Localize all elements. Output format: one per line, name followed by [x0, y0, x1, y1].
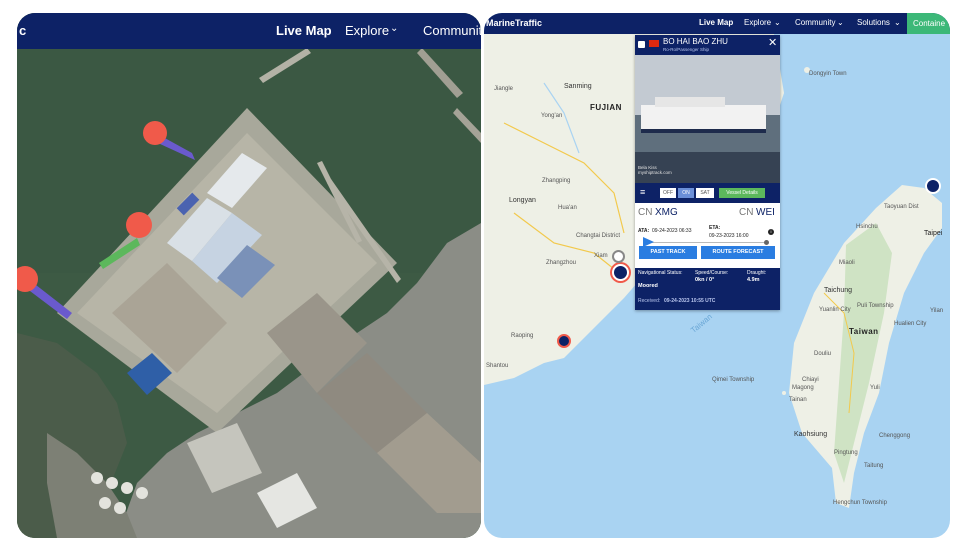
map-label: Longyan [509, 197, 536, 204]
toggle-on[interactable]: ON [678, 188, 694, 198]
map-label: Chenggong [879, 433, 911, 439]
vessel-type: Ro-Ro/Passenger Ship [663, 47, 710, 52]
vessel-marker-2[interactable] [99, 212, 152, 269]
ata-value: 09-24-2023 06:33 [652, 228, 692, 234]
nav-explore[interactable]: Explore [744, 18, 771, 27]
map-label: Qimei Township [712, 377, 755, 383]
marinetraffic-map-panel[interactable]: Sanming FUJIAN Yong'an Jiangle Zhangping… [484, 13, 950, 538]
voyage-progress-bar [649, 242, 767, 243]
map-label: Taichung [824, 287, 853, 294]
brand-fragment: c [19, 23, 27, 38]
map-label: Hsinchu [856, 224, 878, 230]
map-label: Hua'an [558, 205, 577, 211]
photo-credit: Bela Kiss myshiptrack.com [638, 165, 672, 175]
vessel-photo[interactable]: Bela Kiss myshiptrack.com [635, 55, 780, 183]
marinetraffic-navbar: MarineTraffic Live Map Explore ⌄ Communi… [484, 13, 950, 34]
origin-port: XMG [655, 207, 678, 218]
map-label: Kaohsiung [794, 431, 828, 438]
popup-header: CN BO HAI BAO ZHU Ro-Ro/Passenger Ship ✕ [635, 35, 780, 55]
draught-label: Draught: [747, 270, 767, 276]
map-label: Miaoli [839, 260, 855, 266]
map-label: Chiayi [802, 377, 819, 383]
destination-dot [764, 240, 769, 245]
vessel-details-button[interactable]: Vessel Details [719, 188, 765, 198]
flag-icon [649, 40, 659, 47]
vessel-name: BO HAI BAO ZHU [663, 37, 728, 46]
dest-port: WEI [756, 207, 775, 218]
map-label: Yuanlin City [819, 307, 851, 313]
map-label: Yuli [870, 385, 880, 391]
map-label: Raoping [511, 333, 534, 339]
vessel-marker[interactable] [925, 178, 941, 194]
vessel-type-icon [638, 41, 645, 48]
nav-status-label: Navigational Status: [638, 270, 683, 276]
satellite-map-panel[interactable]: c Live Map Explore ⌄ Community [17, 13, 481, 538]
route-forecast-button[interactable]: ROUTE FORECAST [701, 246, 775, 259]
nav-containers-button[interactable]: Containe [907, 13, 950, 34]
marinetraffic-logo[interactable]: MarineTraffic [486, 18, 542, 28]
map-label: Puli Township [857, 303, 894, 309]
nav-live-map[interactable]: Live Map [699, 18, 733, 27]
map-label: Taiwan [849, 327, 879, 336]
nav-community[interactable]: Community [423, 23, 481, 38]
nav-live-map[interactable]: Live Map [276, 23, 332, 38]
map-label: Hualien City [894, 321, 927, 327]
close-icon[interactable]: ✕ [768, 38, 777, 49]
chevron-down-icon: ⌄ [894, 18, 901, 27]
map-label: Pingtung [834, 450, 858, 456]
vessel-markers-layer [17, 121, 195, 319]
map-label: Tainan [789, 397, 807, 403]
map-label: Taoyuan Dist [884, 204, 919, 210]
map-label: Yilan [930, 308, 944, 314]
nav-community[interactable]: Community [795, 18, 835, 27]
map-label: Dongyin Town [809, 71, 847, 77]
origin-country: CN [638, 207, 653, 218]
map-label: Changtai District [576, 233, 621, 239]
vessel-status-strip: Navigational Status: Moored Speed/Course… [635, 268, 780, 310]
map-label: Hengchun Township [833, 500, 887, 506]
toggle-sat[interactable]: SAT [696, 188, 714, 198]
map-label: Yong'an [541, 113, 563, 119]
map-label: Magong [792, 385, 814, 391]
nav-status-value: Moored [638, 283, 658, 289]
map-label: Jiangle [494, 86, 514, 92]
received-label: Received: [638, 298, 661, 304]
map-label: Shantou [486, 363, 509, 369]
draught-value: 4.9m [747, 277, 760, 283]
map-label: Taitung [864, 463, 884, 469]
toggle-off[interactable]: OFF [660, 188, 676, 198]
info-icon[interactable]: i [768, 229, 774, 235]
map-label: Taipei [924, 230, 943, 237]
eta-value: 09-23-2023 16:00 [709, 233, 749, 239]
dest-country: CN [739, 207, 754, 218]
vessel-marker-1[interactable] [143, 121, 195, 160]
chevron-down-icon: ⌄ [774, 18, 781, 27]
eta-label: ETA: [709, 225, 721, 231]
chevron-down-icon: ⌄ [390, 23, 399, 34]
nav-explore[interactable]: Explore [345, 23, 389, 38]
vessel-marker-selected[interactable] [612, 264, 629, 281]
menu-icon[interactable]: ≡ [640, 187, 645, 197]
map-label: FUJIAN [590, 103, 622, 112]
vessel-marker[interactable] [557, 334, 571, 348]
past-track-button[interactable]: PAST TRACK [639, 246, 697, 259]
vessel-info-popup: CN BO HAI BAO ZHU Ro-Ro/Passenger Ship ✕… [635, 35, 780, 310]
vessel-marker[interactable] [612, 250, 625, 263]
map-label: Sanming [564, 83, 592, 90]
received-value: 09-24-2023 10:55 UTC [664, 298, 716, 304]
top-navbar: c Live Map Explore ⌄ Community [17, 13, 481, 49]
map-label: Douliu [814, 351, 832, 357]
speed-value: 0kn / 0° [695, 277, 715, 283]
chevron-down-icon: ⌄ [837, 18, 844, 27]
nav-solutions[interactable]: Solutions [857, 18, 890, 27]
map-label: Zhangzhou [546, 260, 577, 266]
ata-label: ATA: [638, 228, 650, 234]
vessel-marker-3[interactable] [17, 266, 72, 319]
map-label: Xiam [594, 253, 608, 259]
speed-label: Speed/Course: [695, 270, 729, 276]
map-label: Zhangping [542, 178, 571, 184]
